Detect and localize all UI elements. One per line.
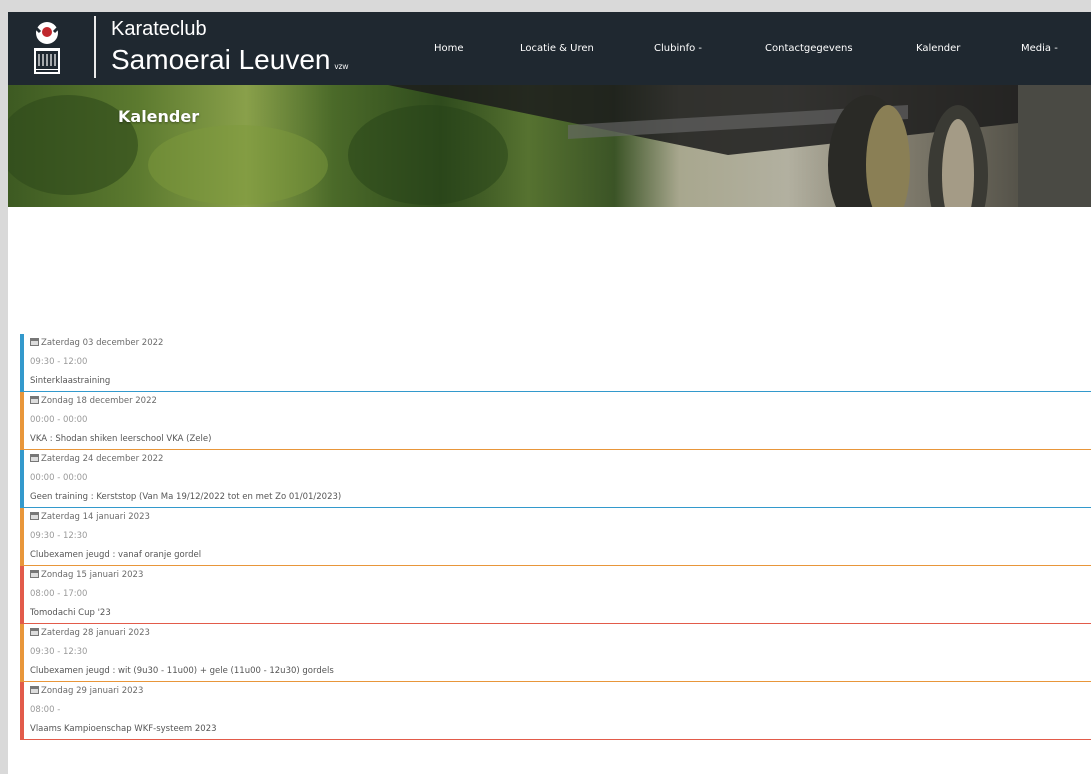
event-title[interactable]: Vlaams Kampioenschap WKF-systeem 2023	[30, 724, 217, 734]
banner-title: Kalender	[118, 107, 200, 126]
event-time: 09:30 - 12:00	[30, 357, 88, 367]
event-time: 08:00 - 17:00	[30, 589, 88, 599]
calendar-icon	[30, 686, 39, 694]
nav-clubinfo[interactable]: Clubinfo -	[654, 43, 702, 54]
brand-name-line1[interactable]: Karateclub	[111, 18, 207, 41]
event-title[interactable]: Geen training : Kerststop (Van Ma 19/12/…	[30, 492, 341, 502]
event-date-text: Zondag 18 december 2022	[41, 396, 157, 406]
top-navigation-bar: Karateclub Samoerai Leuven vzw Home Locat…	[8, 12, 1091, 85]
event-color-bar	[20, 624, 24, 682]
brand-name-main: Samoerai Leuven	[111, 44, 331, 75]
page: Karateclub Samoerai Leuven vzw Home Locat…	[8, 12, 1091, 774]
event-time: 00:00 - 00:00	[30, 473, 88, 483]
header-divider	[94, 16, 96, 78]
event-color-bar	[20, 566, 24, 624]
event-title[interactable]: Tomodachi Cup '23	[30, 608, 111, 618]
banner-image	[8, 85, 1091, 207]
event-date: Zaterdag 03 december 2022	[30, 338, 163, 348]
event-date: Zondag 18 december 2022	[30, 396, 157, 406]
logo-emblem-icon	[30, 22, 64, 74]
brand-suffix: vzw	[334, 62, 349, 71]
calendar-icon	[30, 570, 39, 578]
nav-home[interactable]: Home	[434, 43, 464, 54]
event-date: Zondag 29 januari 2023	[30, 686, 143, 696]
event-title[interactable]: Clubexamen jeugd : vanaf oranje gordel	[30, 550, 201, 560]
event-title[interactable]: Sinterklaastraining	[30, 376, 110, 386]
event-color-bar	[20, 450, 24, 508]
nav-contactgegevens[interactable]: Contactgegevens	[765, 43, 853, 54]
event-date: Zaterdag 14 januari 2023	[30, 512, 150, 522]
calendar-icon	[30, 628, 39, 636]
club-logo[interactable]	[22, 18, 72, 80]
event-time: 09:30 - 12:30	[30, 531, 88, 541]
event-date-text: Zondag 15 januari 2023	[41, 570, 144, 580]
event-date-text: Zondag 29 januari 2023	[41, 686, 144, 696]
event-date-text: Zaterdag 28 januari 2023	[41, 628, 150, 638]
brand-name-line2[interactable]: Samoerai Leuven vzw	[111, 44, 348, 76]
event-item[interactable]: Zondag 15 januari 2023 08:00 - 17:00 Tomod…	[20, 566, 1091, 624]
calendar-icon	[30, 454, 39, 462]
event-item[interactable]: Zaterdag 24 december 2022 00:00 - 00:00 Ge…	[20, 450, 1091, 508]
event-title[interactable]: Clubexamen jeugd : wit (9u30 - 11u00) + …	[30, 666, 334, 676]
event-item[interactable]: Zaterdag 28 januari 2023 09:30 - 12:30 Clu…	[20, 624, 1091, 682]
event-item[interactable]: Zondag 29 januari 2023 08:00 - Vlaams Kamp…	[20, 682, 1091, 740]
calendar-icon	[30, 338, 39, 346]
page-banner: Kalender	[8, 85, 1091, 207]
event-date-text: Zaterdag 24 december 2022	[41, 454, 164, 464]
event-date-text: Zaterdag 03 december 2022	[41, 338, 164, 348]
event-item[interactable]: Zondag 18 december 2022 00:00 - 00:00 VKA …	[20, 392, 1091, 450]
event-color-bar	[20, 508, 24, 566]
event-date-text: Zaterdag 14 januari 2023	[41, 512, 150, 522]
event-date: Zaterdag 24 december 2022	[30, 454, 163, 464]
event-item[interactable]: Zaterdag 03 december 2022 09:30 - 12:00 Si…	[20, 334, 1091, 392]
event-time: 09:30 - 12:30	[30, 647, 88, 657]
event-date: Zondag 15 januari 2023	[30, 570, 143, 580]
event-color-bar	[20, 682, 24, 740]
event-color-bar	[20, 334, 24, 392]
nav-media[interactable]: Media -	[1021, 43, 1058, 54]
nav-locatie-uren[interactable]: Locatie & Uren	[520, 43, 594, 54]
calendar-icon	[30, 512, 39, 520]
event-color-bar	[20, 392, 24, 450]
events-list: Zaterdag 03 december 2022 09:30 - 12:00 Si…	[20, 334, 1091, 740]
event-title[interactable]: VKA : Shodan shiken leerschool VKA (Zele…	[30, 434, 211, 444]
event-time: 00:00 - 00:00	[30, 415, 88, 425]
calendar-icon	[30, 396, 39, 404]
event-time: 08:00 -	[30, 705, 61, 715]
nav-kalender[interactable]: Kalender	[916, 43, 960, 54]
event-date: Zaterdag 28 januari 2023	[30, 628, 150, 638]
event-item[interactable]: Zaterdag 14 januari 2023 09:30 - 12:30 Clu…	[20, 508, 1091, 566]
